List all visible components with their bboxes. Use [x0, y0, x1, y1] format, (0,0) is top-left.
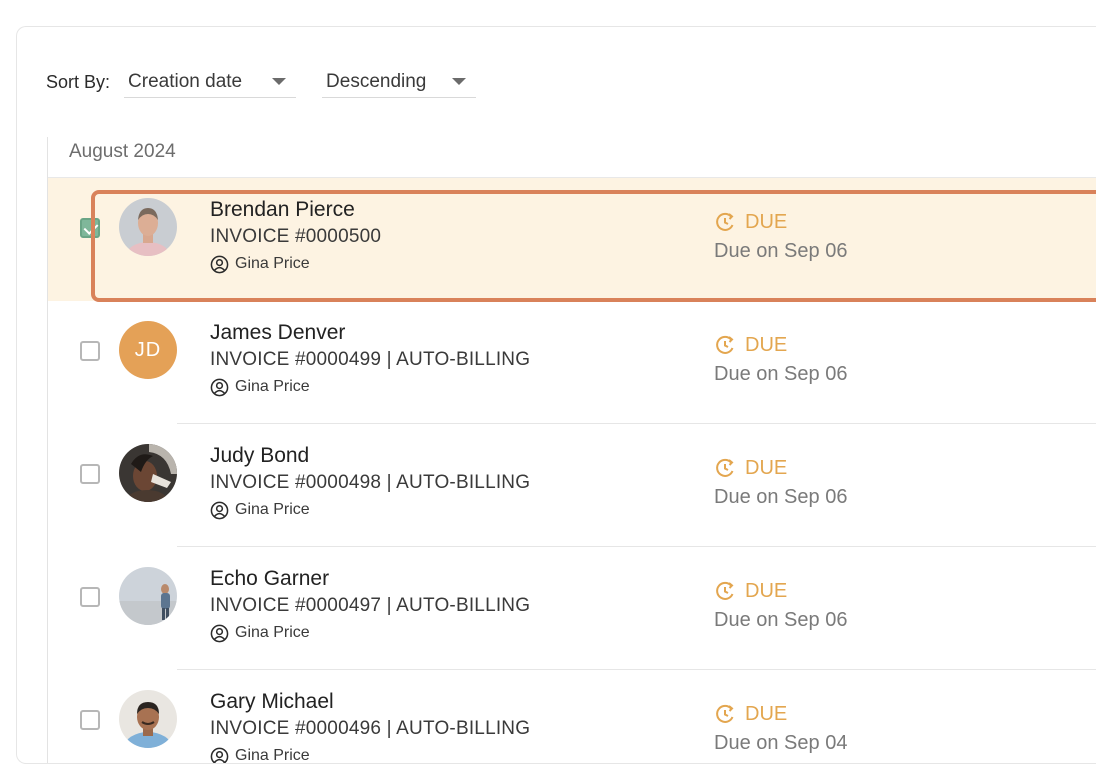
clock-due-icon — [716, 581, 734, 600]
invoice-row[interactable]: Echo Garner INVOICE #0000497 | AUTO-BILL… — [48, 547, 1096, 670]
invoice-status: DUE Due on Sep 06 — [714, 331, 847, 389]
avatar — [119, 567, 177, 625]
owner-name: Gina Price — [235, 378, 310, 395]
chevron-down-icon — [452, 78, 467, 85]
user-circle-icon — [210, 255, 229, 273]
row-checkbox[interactable] — [80, 587, 100, 607]
owner-name: Gina Price — [235, 624, 310, 641]
avatar: JD — [119, 321, 177, 379]
sort-field-select[interactable]: Creation date — [124, 66, 297, 98]
customer-name[interactable]: Brendan Pierce — [210, 197, 381, 223]
user-circle-icon — [210, 747, 229, 763]
invoice-owner: Gina Price — [210, 743, 530, 764]
avatar — [119, 198, 177, 256]
invoice-number: INVOICE #0000500 — [210, 226, 382, 247]
invoice-owner: Gina Price — [210, 620, 530, 646]
due-date: Due on Sep 06 — [714, 609, 848, 631]
invoice-number: INVOICE #0000498 | AUTO-BILLING — [210, 472, 531, 493]
due-date: Due on Sep 06 — [714, 240, 848, 262]
month-group-header: August 2024 — [48, 137, 1096, 178]
invoice-row[interactable]: Brendan Pierce INVOICE #0000500 Gina Pri… — [48, 178, 1096, 302]
status-badge: DUE — [745, 703, 788, 725]
invoice-list-card: Sort By: Creation date Descending August… — [16, 26, 1096, 764]
chevron-down-icon — [272, 78, 287, 85]
row-checkbox[interactable] — [80, 341, 100, 361]
invoice-status: DUE Due on Sep 06 — [714, 208, 847, 266]
invoice-info: Echo Garner INVOICE #0000497 | AUTO-BILL… — [210, 566, 530, 646]
invoice-owner: Gina Price — [210, 374, 530, 400]
owner-name: Gina Price — [235, 501, 310, 518]
invoice-info: James Denver INVOICE #0000499 | AUTO-BIL… — [210, 320, 530, 400]
clock-due-icon — [716, 212, 734, 231]
invoice-info: Judy Bond INVOICE #0000498 | AUTO-BILLIN… — [210, 443, 530, 523]
status-badge: DUE — [745, 457, 788, 479]
invoice-status: DUE Due on Sep 06 — [714, 577, 847, 635]
avatar — [119, 444, 177, 502]
status-badge: DUE — [745, 211, 788, 233]
invoice-number: INVOICE #0000497 | AUTO-BILLING — [210, 595, 531, 616]
invoice-info: Brendan Pierce INVOICE #0000500 Gina Pri… — [210, 197, 381, 277]
customer-name[interactable]: James Denver — [210, 320, 530, 346]
avatar — [119, 690, 177, 748]
customer-name[interactable]: Echo Garner — [210, 566, 530, 592]
sort-order-value: Descending — [326, 70, 427, 92]
clock-due-icon — [716, 458, 734, 477]
invoice-row[interactable]: Gary Michael INVOICE #0000496 | AUTO-BIL… — [48, 670, 1096, 764]
sort-order-select[interactable]: Descending — [322, 66, 477, 98]
sort-by-label: Sort By: — [46, 71, 111, 92]
invoice-status: DUE Due on Sep 04 — [714, 700, 847, 758]
sort-field-value: Creation date — [128, 70, 243, 92]
customer-name[interactable]: Judy Bond — [210, 443, 530, 469]
invoice-owner: Gina Price — [210, 251, 381, 277]
invoice-list: August 2024 Brendan Pierce INVOICE #0000… — [47, 137, 1096, 763]
avatar-photo-icon — [119, 690, 177, 748]
due-date: Due on Sep 06 — [714, 363, 848, 385]
owner-name: Gina Price — [235, 747, 310, 764]
status-badge: DUE — [745, 580, 788, 602]
clock-due-icon — [716, 335, 734, 354]
invoice-owner: Gina Price — [210, 497, 530, 523]
user-circle-icon — [210, 501, 229, 519]
due-date: Due on Sep 04 — [714, 732, 848, 754]
invoice-row[interactable]: Judy Bond INVOICE #0000498 | AUTO-BILLIN… — [48, 424, 1096, 547]
clock-due-icon — [716, 704, 734, 723]
invoice-status: DUE Due on Sep 06 — [714, 454, 847, 512]
sort-bar: Sort By: Creation date Descending — [46, 65, 477, 99]
customer-name[interactable]: Gary Michael — [210, 689, 530, 715]
invoice-number: INVOICE #0000496 | AUTO-BILLING — [210, 718, 531, 739]
invoice-info: Gary Michael INVOICE #0000496 | AUTO-BIL… — [210, 689, 531, 764]
owner-name: Gina Price — [235, 255, 310, 272]
invoice-number: INVOICE #0000499 | AUTO-BILLING — [210, 349, 531, 370]
row-checkbox[interactable] — [80, 218, 100, 238]
due-date: Due on Sep 06 — [714, 486, 848, 508]
status-badge: DUE — [745, 334, 788, 356]
avatar-photo-icon — [119, 567, 177, 625]
user-circle-icon — [210, 624, 229, 642]
invoice-row[interactable]: JD James Denver INVOICE #0000499 | AUTO-… — [48, 301, 1096, 424]
user-circle-icon — [210, 378, 229, 396]
avatar-photo-icon — [119, 198, 177, 256]
row-checkbox[interactable] — [80, 710, 100, 730]
row-checkbox[interactable] — [80, 464, 100, 484]
avatar-photo-icon — [119, 444, 177, 502]
